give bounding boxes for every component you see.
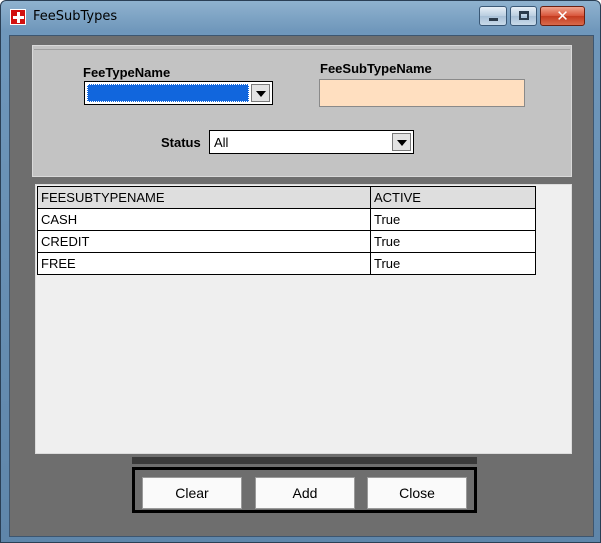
maximize-button[interactable]	[510, 6, 537, 26]
data-table: FEESUBTYPENAME ACTIVE CASH True CREDIT T…	[37, 186, 536, 275]
table-row[interactable]: FREE True	[37, 252, 536, 275]
dropdown-arrow-icon[interactable]	[392, 133, 411, 151]
table-cell[interactable]: True	[370, 230, 536, 253]
fee-type-select[interactable]	[84, 81, 273, 105]
table-row[interactable]: CREDIT True	[37, 230, 536, 253]
status-label: Status	[161, 135, 201, 150]
close-button[interactable]: Close	[367, 477, 467, 509]
add-button[interactable]: Add	[255, 477, 355, 509]
fee-sub-type-input[interactable]	[319, 79, 525, 107]
minimize-button[interactable]	[479, 6, 507, 26]
fee-type-selected-value	[87, 84, 249, 102]
button-bar-frame: Clear Add Close	[132, 467, 477, 513]
app-cross-icon	[10, 9, 26, 25]
table-row[interactable]: CASH True	[37, 208, 536, 231]
fee-sub-types-grid[interactable]: FEESUBTYPENAME ACTIVE CASH True CREDIT T…	[35, 184, 572, 454]
fee-type-label: FeeTypeName	[83, 65, 171, 80]
table-header-row: FEESUBTYPENAME ACTIVE	[37, 186, 536, 209]
column-header-active[interactable]: ACTIVE	[370, 186, 536, 209]
filter-panel: FeeTypeName FeeSubTypeName Status All	[32, 45, 572, 177]
table-cell[interactable]: CREDIT	[37, 230, 371, 253]
minimize-icon	[489, 18, 498, 21]
table-cell[interactable]: True	[370, 208, 536, 231]
window-title: FeeSubTypes	[33, 9, 118, 24]
status-selected-value: All	[214, 135, 229, 150]
client-area: FeeTypeName FeeSubTypeName Status All FE…	[9, 35, 594, 537]
status-select[interactable]: All	[209, 130, 414, 154]
app-window: FeeSubTypes ✕ FeeTypeName FeeSubTypeName…	[0, 0, 601, 543]
maximize-icon	[519, 11, 529, 20]
table-cell[interactable]: CASH	[37, 208, 371, 231]
clear-button[interactable]: Clear	[142, 477, 242, 509]
close-window-button[interactable]: ✕	[540, 6, 585, 26]
title-bar[interactable]: FeeSubTypes ✕	[1, 1, 600, 35]
dropdown-arrow-icon[interactable]	[251, 84, 270, 102]
button-bar: Clear Add Close	[132, 457, 477, 513]
table-cell[interactable]: FREE	[37, 252, 371, 275]
column-header-feesubtypename[interactable]: FEESUBTYPENAME	[37, 186, 371, 209]
table-cell[interactable]: True	[370, 252, 536, 275]
close-icon: ✕	[556, 7, 569, 25]
fee-sub-type-label: FeeSubTypeName	[320, 61, 432, 76]
